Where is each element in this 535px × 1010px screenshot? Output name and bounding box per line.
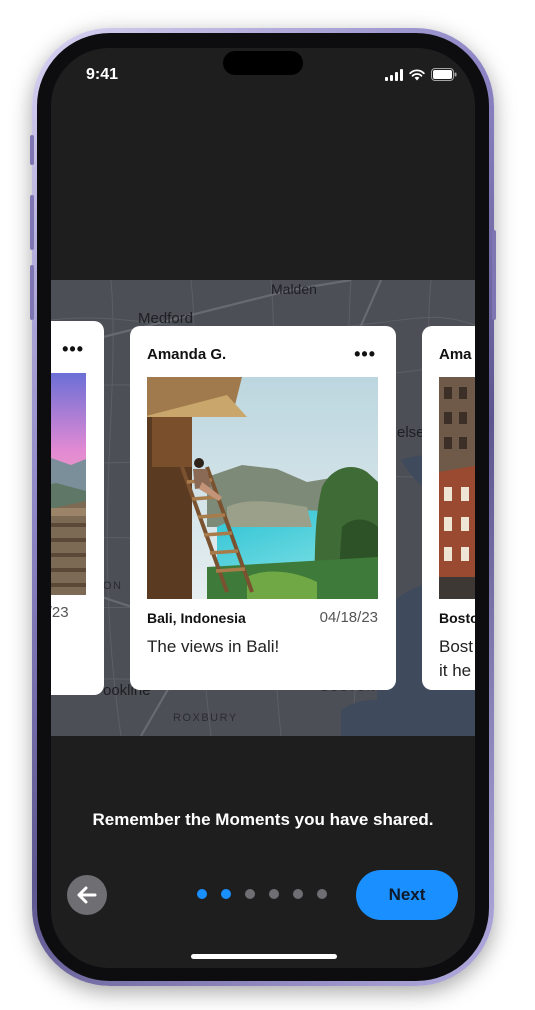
moment-username: Ama (439, 346, 472, 363)
moment-date: 18/23 (51, 604, 69, 621)
moment-location: Bosto (439, 610, 475, 626)
side-button-volume-up (30, 195, 34, 250)
side-button-volume-down (30, 265, 34, 320)
map-label-roxbury: ROXBURY (173, 712, 238, 724)
home-indicator (191, 954, 337, 959)
moment-caption: The views in Bali! (147, 637, 280, 656)
more-horizontal-icon[interactable]: ••• (62, 339, 84, 360)
moment-photo (147, 377, 378, 599)
page-dot-3[interactable] (245, 889, 255, 899)
moment-photo (51, 373, 86, 595)
side-button-action (30, 135, 34, 165)
battery-icon (431, 68, 457, 81)
moment-date: 04/18/23 (319, 609, 378, 626)
bali-treehouse-photo (147, 377, 378, 599)
moment-photo (439, 377, 475, 599)
cellular-signal-icon (385, 68, 403, 81)
next-button[interactable]: Next (356, 870, 458, 920)
map-label-medford: Medford (138, 310, 194, 327)
dynamic-island (223, 51, 303, 75)
onboarding-tagline: Remember the Moments you have shared. (92, 810, 434, 829)
moment-card-current[interactable]: Amanda G. ••• Bali, Indonesia 04/18/23 T… (130, 326, 396, 690)
moment-card-previous[interactable]: ••• 23 (51, 321, 104, 695)
page-dot-2[interactable] (221, 889, 231, 899)
map-label-malden: Malden (271, 281, 317, 297)
moment-caption-line2: it he (439, 661, 472, 680)
moment-caption-line1: Bost (439, 637, 474, 656)
wifi-icon (409, 68, 425, 80)
moment-username: Amanda G. (147, 346, 227, 363)
boston-street-photo (439, 377, 475, 599)
page-dot-5[interactable] (293, 889, 303, 899)
page-dot-6[interactable] (317, 889, 327, 899)
side-button-power (492, 230, 496, 320)
map-label-chelsea: else (397, 424, 425, 441)
status-icons (385, 68, 457, 81)
page-dot-4[interactable] (269, 889, 279, 899)
moment-card-next[interactable]: Ama Bosto Bost it he (422, 326, 475, 690)
page-dot-1[interactable] (197, 889, 207, 899)
app-screen: 9:41 Malden Medford ON ookline ROXBURY e… (51, 48, 475, 968)
great-wall-photo (51, 373, 86, 595)
page-indicator (197, 889, 327, 899)
back-button[interactable] (67, 875, 107, 915)
map-label-on: ON (103, 580, 123, 592)
status-time: 9:41 (86, 66, 119, 83)
more-horizontal-icon[interactable]: ••• (354, 344, 376, 365)
moment-location: Bali, Indonesia (147, 610, 246, 626)
arrow-left-icon (77, 886, 97, 904)
